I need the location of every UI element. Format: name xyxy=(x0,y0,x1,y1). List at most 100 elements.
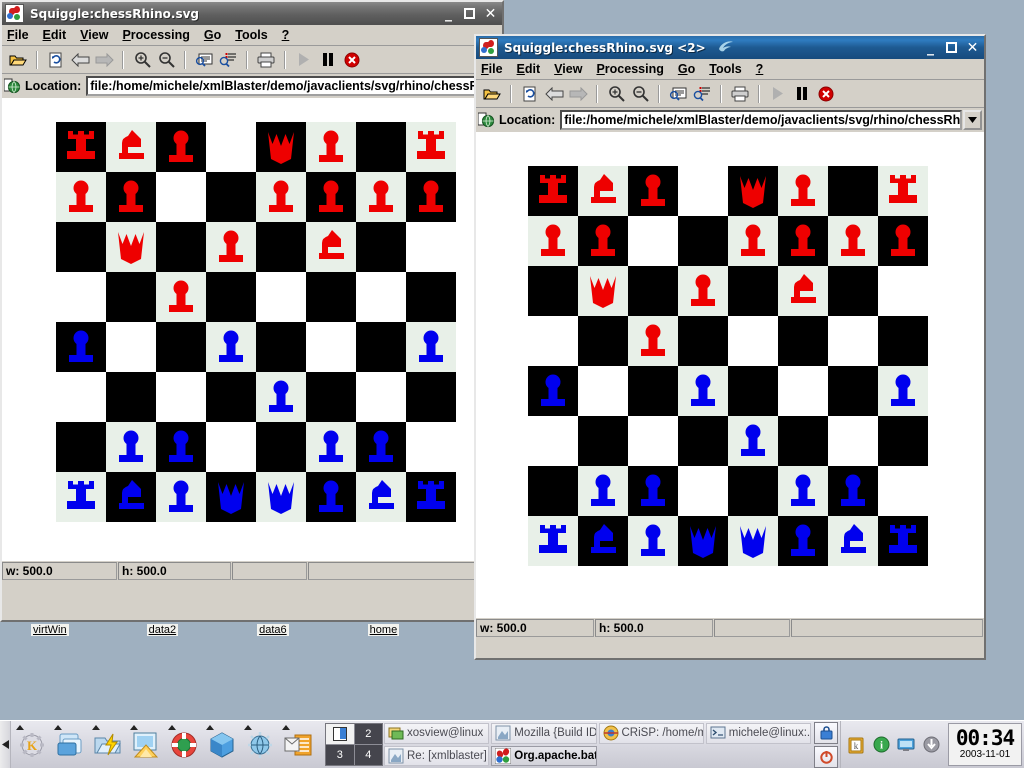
chess-square[interactable] xyxy=(528,316,578,366)
window1-location-bar[interactable]: Location: file:/home/michele/xmlBlaster/… xyxy=(2,74,502,98)
chess-square[interactable] xyxy=(206,472,256,522)
chess-square[interactable] xyxy=(256,122,306,172)
zoom-out-icon[interactable] xyxy=(628,83,652,105)
session-buttons[interactable] xyxy=(812,721,840,768)
chess-square[interactable] xyxy=(728,516,778,566)
chess-square[interactable] xyxy=(728,366,778,416)
task-button[interactable]: Re: [xmlblaster] RUN xyxy=(384,745,490,766)
chess-piece-blue-rook[interactable] xyxy=(56,472,106,522)
pager-desktop-1[interactable] xyxy=(326,724,354,744)
chess-piece-blue-pawn[interactable] xyxy=(828,466,878,516)
print-icon[interactable] xyxy=(254,49,278,71)
chess-piece-blue-pawn[interactable] xyxy=(728,416,778,466)
folder-lightning-icon[interactable] xyxy=(89,723,127,767)
chess-square[interactable] xyxy=(106,422,156,472)
chess-square[interactable] xyxy=(528,466,578,516)
chess-square[interactable] xyxy=(56,322,106,372)
chess-square[interactable] xyxy=(628,416,678,466)
chess-square[interactable] xyxy=(528,266,578,316)
chess-square[interactable] xyxy=(56,472,106,522)
chess-square[interactable] xyxy=(56,272,106,322)
chess-piece-blue-pawn[interactable] xyxy=(256,372,306,422)
window2-close-button[interactable]: ✕ xyxy=(963,39,982,56)
print-icon[interactable] xyxy=(728,83,752,105)
info-green-icon[interactable]: i xyxy=(870,734,892,756)
chess-piece-red-pawn[interactable] xyxy=(406,172,456,222)
chess-square[interactable] xyxy=(678,216,728,266)
chess-square[interactable] xyxy=(256,272,306,322)
menu-edit[interactable]: Edit xyxy=(43,28,67,42)
chess-piece-blue-rook[interactable] xyxy=(878,516,928,566)
location-input[interactable]: file:/home/michele/xmlBlaster/demo/javac… xyxy=(560,110,962,130)
chess-square[interactable] xyxy=(828,266,878,316)
chess-piece-red-queen[interactable] xyxy=(578,266,628,316)
window2-menubar[interactable]: File Edit View Processing Go Tools ? xyxy=(476,59,984,80)
chess-square[interactable] xyxy=(878,516,928,566)
taskbar-launchers[interactable]: K xyxy=(11,721,319,768)
chess-square[interactable] xyxy=(406,122,456,172)
chess-square[interactable] xyxy=(828,516,878,566)
view-source-icon[interactable] xyxy=(192,49,216,71)
chess-square[interactable] xyxy=(106,472,156,522)
chess-square[interactable] xyxy=(256,472,306,522)
view-source-icon[interactable] xyxy=(666,83,690,105)
chess-square[interactable] xyxy=(778,266,828,316)
chess-square[interactable] xyxy=(156,372,206,422)
chess-square[interactable] xyxy=(306,472,356,522)
taskbar-collapse-handle[interactable] xyxy=(0,721,11,768)
chess-square[interactable] xyxy=(528,416,578,466)
chess-piece-red-pawn[interactable] xyxy=(678,266,728,316)
chess-square[interactable] xyxy=(528,516,578,566)
chess-piece-blue-pawn[interactable] xyxy=(306,472,356,522)
chess-piece-red-pawn[interactable] xyxy=(828,216,878,266)
chess-piece-blue-pawn[interactable] xyxy=(156,472,206,522)
chess-square[interactable] xyxy=(778,216,828,266)
chess-piece-blue-rook[interactable] xyxy=(406,472,456,522)
chess-square[interactable] xyxy=(206,422,256,472)
mail-envelope-icon[interactable] xyxy=(279,723,317,767)
desktop-link-data2[interactable]: data2 xyxy=(146,624,179,636)
chess-piece-blue-pawn[interactable] xyxy=(206,322,256,372)
back-arrow-icon[interactable] xyxy=(68,49,92,71)
chess-square[interactable] xyxy=(528,166,578,216)
chess-piece-red-pawn[interactable] xyxy=(106,172,156,222)
chess-piece-red-pawn[interactable] xyxy=(528,216,578,266)
chess-square[interactable] xyxy=(56,122,106,172)
menu-tools[interactable]: Tools xyxy=(709,62,741,76)
window1-titlebar[interactable]: Squiggle:chessRhino.svg _ ✕ xyxy=(2,2,502,25)
chess-square[interactable] xyxy=(306,122,356,172)
chess-piece-red-pawn[interactable] xyxy=(778,166,828,216)
chess-piece-red-pawn[interactable] xyxy=(728,216,778,266)
chess-square[interactable] xyxy=(56,172,106,222)
window1-minimize-button[interactable]: _ xyxy=(439,5,458,22)
chess-piece-blue-pawn[interactable] xyxy=(678,366,728,416)
chess-square[interactable] xyxy=(578,166,628,216)
display-monitor-icon[interactable] xyxy=(895,734,917,756)
chess-piece-blue-queen[interactable] xyxy=(678,516,728,566)
chess-square[interactable] xyxy=(578,416,628,466)
chess-square[interactable] xyxy=(728,166,778,216)
chessboard-1[interactable] xyxy=(56,122,456,522)
chess-square[interactable] xyxy=(828,466,878,516)
lifebuoy-help-icon[interactable] xyxy=(165,723,203,767)
desktop-link-home[interactable]: home xyxy=(367,624,400,636)
chess-piece-red-pawn[interactable] xyxy=(628,316,678,366)
menu-view[interactable]: View xyxy=(554,62,582,76)
chess-square[interactable] xyxy=(678,466,728,516)
chess-square[interactable] xyxy=(156,322,206,372)
image-viewer-icon[interactable] xyxy=(127,723,165,767)
chess-square[interactable] xyxy=(578,466,628,516)
menu-processing[interactable]: Processing xyxy=(122,28,189,42)
chess-square[interactable] xyxy=(878,216,928,266)
chess-piece-red-pawn[interactable] xyxy=(256,172,306,222)
chess-square[interactable] xyxy=(306,172,356,222)
chess-square[interactable] xyxy=(578,216,628,266)
chess-piece-blue-knight[interactable] xyxy=(828,516,878,566)
chess-square[interactable] xyxy=(678,516,728,566)
window2-svg-canvas[interactable] xyxy=(476,132,984,617)
chess-square[interactable] xyxy=(828,316,878,366)
window1-toolbar[interactable] xyxy=(2,46,502,74)
chess-square[interactable] xyxy=(106,372,156,422)
pager-desktop-3[interactable]: 3 xyxy=(326,745,354,765)
chess-piece-blue-pawn[interactable] xyxy=(778,516,828,566)
